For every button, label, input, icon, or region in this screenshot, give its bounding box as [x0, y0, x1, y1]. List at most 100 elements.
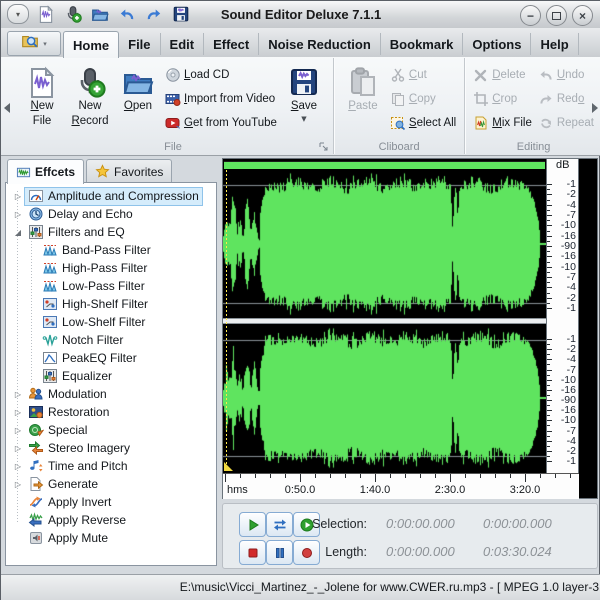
timeline-label: 1:40.0: [360, 484, 391, 496]
tree-item-equalizer[interactable]: Equalizer: [6, 367, 216, 385]
timeline-tick: [480, 474, 481, 478]
open-icon: [91, 5, 109, 23]
dialog-launcher-icon[interactable]: [319, 140, 330, 151]
db-minor-tick: [547, 375, 550, 376]
tree-item-modulation[interactable]: ▷Modulation: [6, 385, 216, 403]
save-button[interactable]: Save▼: [280, 60, 328, 124]
timeline-tick: [435, 474, 436, 478]
length-elapsed-value: 0:00:00.000: [386, 544, 481, 559]
tree-item-generate[interactable]: ▷Generate: [6, 475, 216, 493]
tree-item-delay-and-echo[interactable]: ▷Delay and Echo: [6, 205, 216, 223]
qa-save-button[interactable]: [171, 4, 191, 24]
tab-help[interactable]: Help: [531, 33, 578, 55]
effects-panel-tab-favorites[interactable]: Favorites: [86, 159, 172, 183]
chevron-down-icon: ▾: [43, 40, 47, 48]
open-button[interactable]: Open: [114, 60, 162, 114]
get-from-youtube-button[interactable]: Get from YouTube: [162, 111, 280, 135]
minimize-button[interactable]: −: [520, 5, 541, 26]
tree-item-apply-invert[interactable]: Apply Invert: [6, 493, 216, 511]
delete-button: Delete: [470, 63, 535, 87]
new-record-button[interactable]: NewRecord: [66, 60, 114, 129]
tree-expander-icon[interactable]: ▷: [12, 462, 24, 471]
tab-options[interactable]: Options: [463, 33, 531, 55]
tree-item-stereo-imagery[interactable]: ▷Stereo Imagery: [6, 439, 216, 457]
waveform-channel-left[interactable]: [223, 170, 546, 318]
application-menu-button[interactable]: ▾: [7, 31, 61, 56]
tree-item-low-pass-filter[interactable]: Low-Pass Filter: [6, 277, 216, 295]
new-file-button[interactable]: NewFile: [18, 60, 66, 129]
timeline-ruler[interactable]: 0:50.01:40.02:30.03:20.0hms: [223, 473, 579, 499]
tab-home[interactable]: Home: [63, 31, 119, 58]
db-minor-tick: [547, 272, 550, 273]
maximize-button[interactable]: [546, 5, 567, 26]
tree-item-amplitude-and-compression[interactable]: ▷Amplitude and Compression: [6, 187, 216, 205]
timeline-tick: [345, 474, 346, 478]
tree-item-special[interactable]: ▷Special: [6, 421, 216, 439]
tab-file[interactable]: File: [119, 33, 160, 55]
tree-item-notch-filter[interactable]: Notch Filter: [6, 331, 216, 349]
tree-item-apply-reverse[interactable]: Apply Reverse: [6, 511, 216, 529]
quick-access-menu-button[interactable]: ▾: [7, 4, 29, 24]
select-all-button[interactable]: Select All: [387, 111, 459, 135]
tree-item-peakeq-filter[interactable]: PeakEQ Filter: [6, 349, 216, 367]
timeline-tick: [225, 474, 226, 482]
loop-icon: [272, 517, 288, 533]
ribbon-scroll-left-icon[interactable]: [4, 103, 10, 113]
timeline-tick: [330, 474, 331, 478]
ribbon-group-file: NewFileNewRecordOpenLoad CDImport from V…: [13, 58, 334, 154]
tree-item-apply-mute[interactable]: Apply Mute: [6, 529, 216, 547]
timeline-tick: [240, 474, 241, 478]
tree-expander-icon[interactable]: ▷: [12, 408, 24, 417]
waveform-channel-right[interactable]: [223, 325, 546, 471]
mix-file-button[interactable]: Mix File: [470, 111, 535, 135]
tab-edit[interactable]: Edit: [161, 33, 205, 55]
generate-icon: [28, 476, 44, 492]
qa-redo-button[interactable]: [144, 4, 164, 24]
tree-expander-icon[interactable]: ▷: [12, 426, 24, 435]
tree-item-high-pass-filter[interactable]: High-Pass Filter: [6, 259, 216, 277]
stop-icon: [245, 545, 261, 561]
delay-echo-icon: [28, 206, 44, 222]
save-dropdown-icon[interactable]: ▼: [301, 115, 306, 123]
tree-expander-icon[interactable]: ▷: [12, 480, 24, 489]
tree-item-low-shelf-filter[interactable]: Low-Shelf Filter: [6, 313, 216, 331]
tab-effect[interactable]: Effect: [204, 33, 259, 55]
redo-blue-icon: [145, 5, 163, 23]
tree-expander-icon[interactable]: ▷: [12, 210, 24, 219]
tab-noise-reduction[interactable]: Noise Reduction: [259, 33, 381, 55]
channel-separator[interactable]: [223, 318, 546, 324]
effects-panel-tab-effcets[interactable]: Effcets: [7, 159, 84, 184]
tree-item-time-and-pitch[interactable]: ▷Time and Pitch: [6, 457, 216, 475]
db-minor-tick: [547, 344, 550, 345]
tree-item-band-pass-filter[interactable]: Band-Pass Filter: [6, 241, 216, 259]
db-scale-ruler: dB -1-2-4-7-10-16-90-16-10-7-4-2-1-1-2-4…: [546, 159, 579, 473]
qa-undo-button[interactable]: [117, 4, 137, 24]
save-icon: [288, 66, 320, 98]
qa-new-record-button[interactable]: [63, 4, 83, 24]
apply-mute-icon: [28, 530, 44, 546]
stop-button[interactable]: [239, 540, 266, 565]
import-from-video-button[interactable]: Import from Video: [162, 87, 280, 111]
qa-new-file-button[interactable]: [36, 4, 56, 24]
db-minor-tick: [547, 262, 550, 263]
qa-open-button[interactable]: [90, 4, 110, 24]
tree-item-restoration[interactable]: ▷Restoration: [6, 403, 216, 421]
tree-expander-icon[interactable]: ◢: [12, 228, 24, 237]
close-button[interactable]: ×: [572, 5, 593, 26]
tree-item-high-shelf-filter[interactable]: High-Shelf Filter: [6, 295, 216, 313]
tree-item-filters-and-eq[interactable]: ◢Filters and EQ: [6, 223, 216, 241]
db-minor-tick: [547, 282, 550, 283]
status-file-info: E:\music\Vicci_Martinez_-_Jolene for www…: [180, 580, 599, 594]
timeline-label: 2:30.0: [435, 484, 466, 496]
tree-expander-icon[interactable]: ▷: [12, 444, 24, 453]
maximize-icon: [552, 12, 561, 20]
load-cd-button[interactable]: Load CD: [162, 63, 280, 87]
pass-filter-icon: [42, 260, 58, 276]
db-unit-label: dB: [556, 159, 569, 171]
tree-expander-icon[interactable]: ▷: [12, 192, 24, 201]
tree-expander-icon[interactable]: ▷: [12, 390, 24, 399]
play-button[interactable]: [239, 512, 266, 537]
overview-seek-bar[interactable]: [224, 161, 545, 169]
paste-button: Paste: [339, 60, 387, 114]
tab-bookmark[interactable]: Bookmark: [381, 33, 464, 55]
